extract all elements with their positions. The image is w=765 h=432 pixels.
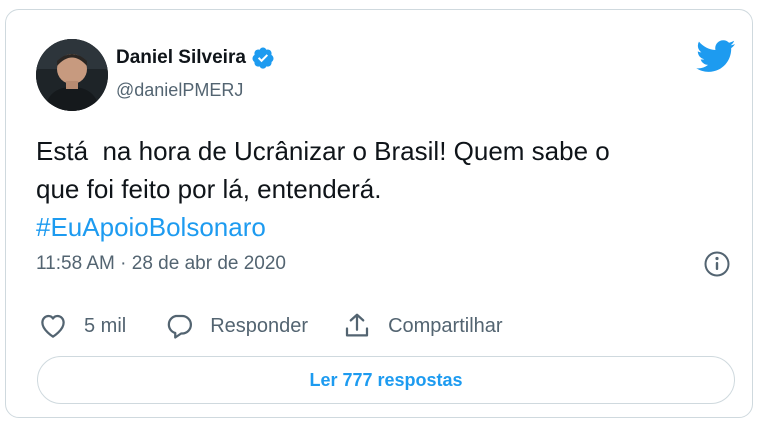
share-upload-icon [345,313,369,337]
tweet-text-line-2: que foi feito por lá, entenderá. [36,174,382,204]
tweet-text-line-1: Está na hora de Ucrânizar o Brasil! Quem… [36,136,610,166]
read-replies-label: Ler 777 respostas [309,369,463,390]
read-replies-button[interactable]: Ler 777 respostas [37,356,735,404]
tweet-actions-bar: 5 mil Responder Compartilhar [38,310,503,342]
author-display-name[interactable]: Daniel Silveira [116,47,246,69]
reply-label: Responder [210,314,309,337]
share-button[interactable]: Compartilhar [342,311,503,341]
speech-bubble-icon [167,314,193,339]
tweet-card: Daniel Silveira @danielPMERJ Está na hor… [5,9,753,418]
author-name-row[interactable]: Daniel Silveira [116,45,275,71]
author-handle[interactable]: @danielPMERJ [116,80,243,101]
info-icon[interactable] [703,250,731,278]
verified-badge-icon [251,46,275,70]
like-button[interactable]: 5 mil [38,311,126,341]
reply-button[interactable]: Responder [164,311,308,341]
share-label: Compartilhar [388,314,503,337]
avatar[interactable] [36,39,108,111]
like-count: 5 mil [84,314,127,337]
tweet-text: Está na hora de Ucrânizar o Brasil! Quem… [36,132,736,246]
heart-icon [41,314,65,338]
hashtag-link[interactable]: #EuApoioBolsonaro [36,208,736,246]
twitter-bird-icon[interactable] [696,40,736,73]
tweet-timestamp[interactable]: 11:58 AM · 28 de abr de 2020 [36,253,286,275]
